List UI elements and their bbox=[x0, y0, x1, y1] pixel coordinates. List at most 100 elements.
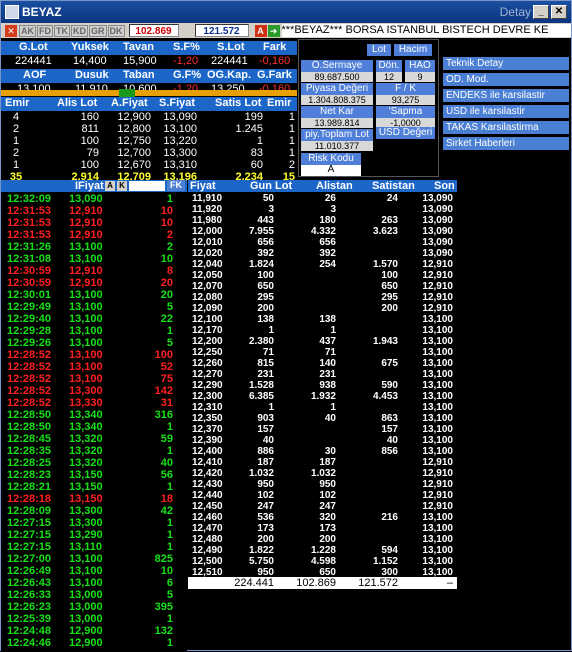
trade-row: 12:28:18 13,150 18 bbox=[1, 493, 187, 505]
slot-value: 224441 bbox=[211, 55, 248, 67]
dist-cell: 157 bbox=[381, 424, 398, 435]
minimize-button[interactable]: _ bbox=[533, 5, 549, 19]
trade-lot: 2 bbox=[166, 229, 173, 241]
col-gun-lot[interactable]: Gun Lot bbox=[250, 180, 292, 192]
depth-sell-cell: 1.245 bbox=[235, 123, 263, 135]
dist-cell: 3.623 bbox=[372, 226, 398, 237]
a-button[interactable]: A bbox=[254, 24, 267, 37]
depth-buy-cell: 12,900 bbox=[117, 111, 151, 123]
tb-button-tk[interactable]: TK bbox=[54, 24, 70, 37]
depth-sell-cell: 13,300 bbox=[163, 147, 197, 159]
trade-row: 12:27:15 13,110 1 bbox=[1, 541, 187, 553]
depth-sell-cell: 1 bbox=[288, 111, 295, 123]
dist-cell: 4.332 bbox=[310, 226, 336, 237]
trade-row: 12:31:53 12,910 10 bbox=[1, 205, 187, 217]
dist-price: 12,300 bbox=[192, 391, 223, 402]
tb-button-fd[interactable]: FD bbox=[37, 24, 53, 37]
dist-cell: 1.932 bbox=[310, 391, 336, 402]
dist-row: 12,000 7.955 4.332 3.623 13,090 bbox=[188, 226, 457, 237]
dist-row: 12,270 231 231 13,100 bbox=[188, 369, 457, 380]
trade-price: 13,100 bbox=[69, 349, 103, 361]
col-satistan[interactable]: Satistan bbox=[372, 180, 415, 192]
dist-cell: 12,910 bbox=[422, 468, 453, 479]
close-icon[interactable]: ✕ bbox=[5, 24, 17, 37]
menu-item-3[interactable]: USD ile karsilastir bbox=[443, 105, 569, 118]
dist-price: 11,910 bbox=[192, 193, 223, 204]
tb-button-dk[interactable]: DK bbox=[107, 24, 125, 37]
depth-buy-cell: 811 bbox=[81, 123, 99, 135]
trade-time: 12:28:21 bbox=[7, 481, 52, 493]
trade-time: 12:26:49 bbox=[7, 565, 52, 577]
dist-cell: 13,100 bbox=[422, 402, 453, 413]
trade-lot: 5 bbox=[166, 301, 173, 313]
dist-cell: 254 bbox=[319, 259, 336, 270]
dist-cell: 100 bbox=[257, 270, 274, 281]
depth-buy-cell: 2 bbox=[12, 123, 20, 135]
trade-time: 12:27:15 bbox=[7, 517, 52, 529]
summary-header-1: G.Lot Yuksek Tavan S.F% S.Lot Fark bbox=[1, 41, 297, 55]
dist-cell: 13,100 bbox=[422, 556, 453, 567]
col-alistan[interactable]: Alistan bbox=[316, 180, 353, 192]
dist-cell: 1 bbox=[330, 325, 336, 336]
dist-cell: 12,910 bbox=[422, 457, 453, 468]
splitter-handle[interactable] bbox=[119, 89, 135, 97]
lot-button[interactable]: Lot bbox=[367, 44, 391, 56]
trade-lot: 20 bbox=[160, 289, 173, 301]
col-emir-sell: Emir bbox=[267, 97, 292, 109]
trade-time: 12:27:00 bbox=[7, 553, 52, 565]
separator-bar[interactable] bbox=[1, 89, 297, 97]
menu-item-0[interactable]: Teknik Detay bbox=[443, 57, 569, 70]
filter-input[interactable] bbox=[129, 181, 165, 191]
depth-sell-cell: 83 bbox=[250, 147, 263, 159]
dist-cell: 71 bbox=[262, 347, 274, 358]
hacim-button[interactable]: Hacim bbox=[394, 44, 432, 56]
depth-buy-cell: 12,670 bbox=[117, 159, 151, 171]
depth-buy-cell: 100 bbox=[80, 135, 99, 147]
tb-button-kd[interactable]: KD bbox=[71, 24, 88, 37]
dist-cell: 140 bbox=[319, 358, 336, 369]
col-son[interactable]: Son bbox=[434, 180, 455, 192]
trade-time: 12:30:01 bbox=[7, 289, 52, 301]
trade-row: 12:24:48 12,900 132 bbox=[1, 625, 187, 637]
col-ifiyat[interactable]: IFiyat bbox=[75, 180, 104, 192]
col-fiyat[interactable]: Fiyat bbox=[190, 180, 216, 192]
dist-cell: 392 bbox=[257, 248, 274, 259]
depth-sell-cell: 1 bbox=[288, 135, 295, 147]
menu-item-5[interactable]: Sirket Haberleri bbox=[443, 137, 569, 150]
trade-row: 12:27:15 13,290 1 bbox=[1, 529, 187, 541]
trade-row: 12:26:23 13,000 395 bbox=[1, 601, 187, 613]
hao-value: 9 bbox=[405, 72, 435, 82]
dist-cell: 1 bbox=[268, 402, 274, 413]
dist-cell: 1.528 bbox=[248, 380, 274, 391]
col-sf: S.F% bbox=[173, 41, 200, 53]
depth-row: 2 811 12,800 13,100 1.245 1 bbox=[1, 123, 297, 135]
sort-a-button[interactable]: A bbox=[105, 181, 115, 191]
go-arrow-icon[interactable]: ➜ bbox=[267, 24, 280, 37]
tb-button-ak[interactable]: AK bbox=[19, 24, 36, 37]
dist-cell: 187 bbox=[257, 457, 274, 468]
dist-cell: 13,090 bbox=[422, 215, 453, 226]
trade-lot: 316 bbox=[154, 409, 173, 421]
usd-button[interactable]: USD Değeri bbox=[376, 127, 435, 139]
piyasa-label: Piyasa Değeri bbox=[301, 83, 373, 95]
menu-item-1[interactable]: OD. Mod. bbox=[443, 73, 569, 86]
trade-time: 12:31:53 bbox=[7, 229, 52, 241]
dist-cell: 12,910 bbox=[422, 501, 453, 512]
menu-item-2[interactable]: ENDEKS ile karsilastir bbox=[443, 89, 569, 102]
menu-item-4[interactable]: TAKAS Karsilastirma bbox=[443, 121, 569, 134]
tb-button-gr[interactable]: GR bbox=[89, 24, 107, 37]
osermaye-label: Ö.Sermaye bbox=[301, 60, 373, 72]
trade-lot: 1 bbox=[166, 325, 173, 337]
depth-sell-cell: 1 bbox=[256, 135, 263, 147]
dist-cell: 12,910 bbox=[422, 281, 453, 292]
dist-cell: 13,090 bbox=[422, 193, 453, 204]
dist-price: 11,920 bbox=[192, 204, 223, 215]
close-button[interactable]: ✕ bbox=[551, 5, 567, 19]
fk-button[interactable]: FK bbox=[167, 180, 185, 191]
title-bar[interactable]: BEYAZ Detay _ ✕ bbox=[1, 1, 571, 23]
sort-k-button[interactable]: K bbox=[117, 181, 127, 191]
dist-price: 12,440 bbox=[192, 490, 223, 501]
dist-cell: 13,090 bbox=[422, 226, 453, 237]
dist-price: 12,090 bbox=[192, 303, 223, 314]
trade-price: 13,340 bbox=[69, 421, 103, 433]
